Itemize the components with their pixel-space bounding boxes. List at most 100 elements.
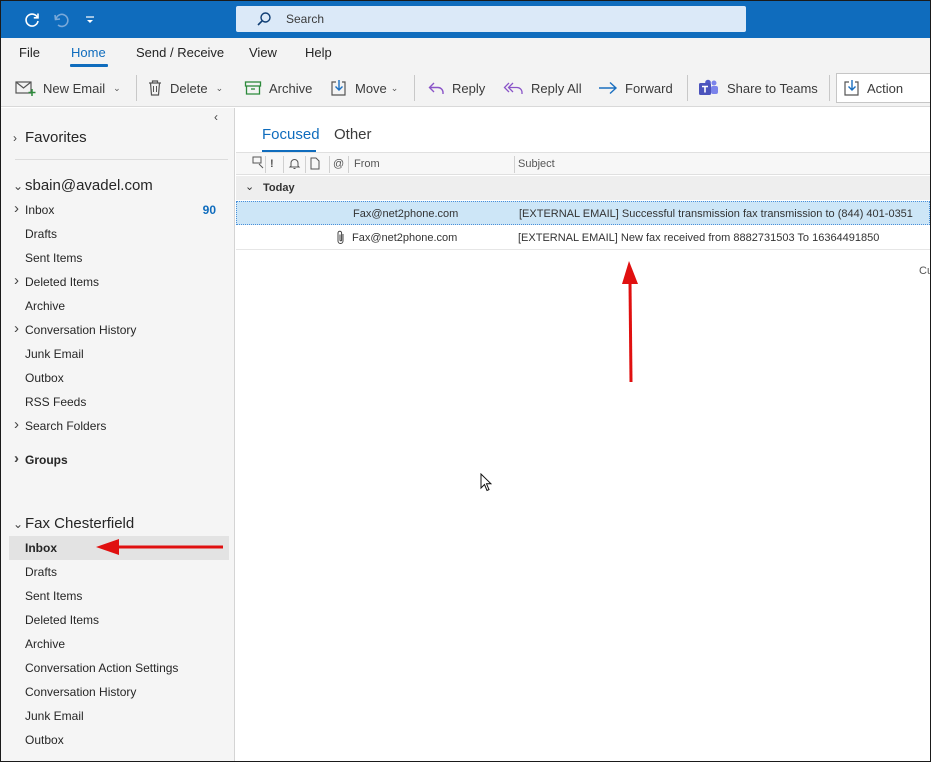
account-name: sbain@avadel.com	[25, 177, 153, 194]
tab-view[interactable]: View	[249, 45, 277, 60]
folder-rss-feeds[interactable]: RSS Feeds	[25, 395, 86, 409]
chevron-down-icon[interactable]: ⌄	[391, 83, 399, 94]
sort-icon[interactable]	[252, 156, 264, 172]
folder-archive[interactable]: Archive	[25, 299, 65, 313]
search-input[interactable]: Search	[236, 6, 746, 32]
nav-divider	[15, 159, 228, 160]
chevron-down-icon: ⌄	[245, 181, 255, 193]
date-group-header[interactable]: ⌄ Today	[236, 176, 930, 200]
folder-sent-items[interactable]: Sent Items	[25, 589, 82, 603]
column-divider	[348, 156, 349, 173]
search-placeholder: Search	[286, 12, 325, 26]
ribbon-divider	[136, 75, 137, 101]
forward-icon	[599, 81, 618, 95]
share-to-teams-label: Share to Teams	[727, 80, 818, 96]
reply-all-button[interactable]: Reply All	[503, 77, 582, 99]
action-button[interactable]: Action	[836, 73, 930, 103]
share-to-teams-button[interactable]: Share to Teams	[698, 77, 818, 99]
new-email-button[interactable]: New Email ⌄	[15, 77, 121, 99]
folder-sent-items[interactable]: Sent Items	[25, 251, 82, 265]
account-fax-chesterfield[interactable]: ⌄ Fax Chesterfield	[13, 515, 134, 532]
forward-button[interactable]: Forward	[598, 77, 673, 99]
column-divider	[514, 156, 515, 173]
document-icon[interactable]	[310, 157, 320, 173]
ribbon-divider	[414, 75, 415, 101]
sync-icon[interactable]	[22, 10, 42, 30]
tab-send-receive[interactable]: Send / Receive	[136, 45, 224, 60]
paperclip-icon	[336, 230, 346, 248]
tab-home[interactable]: Home	[71, 45, 106, 60]
new-email-icon	[15, 81, 36, 96]
column-header: ! @ From Subject	[236, 152, 930, 175]
delete-button[interactable]: Delete ⌄	[147, 77, 223, 99]
groups-group[interactable]: Groups	[14, 450, 68, 467]
menu-bar: File Home Send / Receive View Help	[1, 38, 930, 67]
account-sbain[interactable]: ⌄ sbain@avadel.com	[13, 177, 153, 194]
column-divider	[305, 156, 306, 173]
reminder-icon[interactable]	[288, 157, 301, 173]
search-icon	[256, 11, 272, 30]
folder-junk-email[interactable]: Junk Email	[25, 347, 84, 361]
tab-help[interactable]: Help	[305, 45, 332, 60]
subject-column[interactable]: Subject	[518, 158, 555, 170]
folder-outbox[interactable]: Outbox	[25, 371, 64, 385]
folder-inbox[interactable]: Inbox	[14, 200, 54, 217]
trash-icon	[149, 80, 161, 96]
chevron-down-icon: ⌄	[13, 516, 24, 531]
folder-drafts[interactable]: Drafts	[25, 227, 57, 241]
ribbon-divider	[829, 75, 830, 101]
chevron-down-icon[interactable]: ⌄	[216, 83, 224, 94]
message-subject: [EXTERNAL EMAIL] Successful transmission…	[519, 208, 913, 220]
message-subject: [EXTERNAL EMAIL] New fax received from 8…	[518, 232, 880, 244]
tab-other[interactable]: Other	[334, 126, 372, 143]
chevron-right-icon: ›	[13, 130, 17, 145]
table-row[interactable]: Fax@net2phone.com [EXTERNAL EMAIL] New f…	[236, 226, 930, 250]
folder-pane: ‹ › Favorites ⌄ sbain@avadel.com Inbox 9…	[1, 108, 235, 761]
message-from: Fax@net2phone.com	[353, 208, 459, 220]
reply-all-icon	[503, 82, 523, 94]
mouse-cursor-icon	[480, 472, 493, 495]
quick-access-icon[interactable]	[80, 10, 100, 30]
folder-junk-email[interactable]: Junk Email	[25, 709, 84, 723]
undo-icon[interactable]	[51, 10, 71, 30]
title-bar: Search	[1, 1, 930, 38]
archive-icon	[244, 81, 262, 95]
folder-conversation-action-settings[interactable]: Conversation Action Settings	[25, 661, 178, 675]
archive-label: Archive	[269, 80, 313, 96]
ribbon: New Email ⌄ Delete ⌄ Archive Move ⌄ Repl…	[1, 67, 930, 107]
message-list-pane: Focused Other ! @ From Subject ⌄ Today F…	[236, 108, 930, 761]
reply-button[interactable]: Reply	[427, 77, 485, 99]
archive-button[interactable]: Archive	[244, 77, 312, 99]
group-label: Today	[263, 182, 295, 194]
folder-inbox-selected[interactable]: Inbox	[25, 541, 57, 555]
folder-search-folders[interactable]: Search Folders	[14, 416, 106, 433]
folder-deleted-items[interactable]: Deleted Items	[14, 272, 99, 289]
truncated-reading-pane-text: Cu	[919, 265, 930, 277]
new-email-label: New Email	[43, 80, 106, 96]
teams-icon	[699, 79, 718, 95]
forward-label: Forward	[625, 80, 673, 96]
collapse-pane-icon[interactable]: ‹	[214, 110, 218, 124]
favorites-group[interactable]: › Favorites	[13, 129, 87, 146]
delete-label: Delete	[170, 80, 208, 96]
folder-conversation-history[interactable]: Conversation History	[25, 685, 136, 699]
from-column[interactable]: From	[354, 158, 380, 170]
folder-conversation-history[interactable]: Conversation History	[14, 320, 136, 337]
chevron-down-icon: ⌄	[13, 178, 24, 193]
chevron-down-icon[interactable]: ⌄	[113, 83, 121, 94]
folder-deleted-items[interactable]: Deleted Items	[25, 613, 99, 627]
tab-focused[interactable]: Focused	[262, 126, 320, 143]
table-row[interactable]: Fax@net2phone.com [EXTERNAL EMAIL] Succe…	[236, 201, 930, 225]
move-button[interactable]: Move ⌄	[330, 77, 398, 99]
reply-icon	[428, 82, 444, 94]
folder-outbox[interactable]: Outbox	[25, 733, 64, 747]
importance-column[interactable]: !	[270, 158, 274, 170]
favorites-label: Favorites	[25, 129, 87, 146]
action-icon	[844, 80, 859, 96]
column-divider	[265, 156, 266, 173]
move-label: Move	[355, 80, 387, 96]
attachment-column-icon[interactable]: @	[333, 158, 344, 170]
tab-file[interactable]: File	[19, 45, 40, 60]
folder-archive[interactable]: Archive	[25, 637, 65, 651]
folder-drafts[interactable]: Drafts	[25, 565, 57, 579]
